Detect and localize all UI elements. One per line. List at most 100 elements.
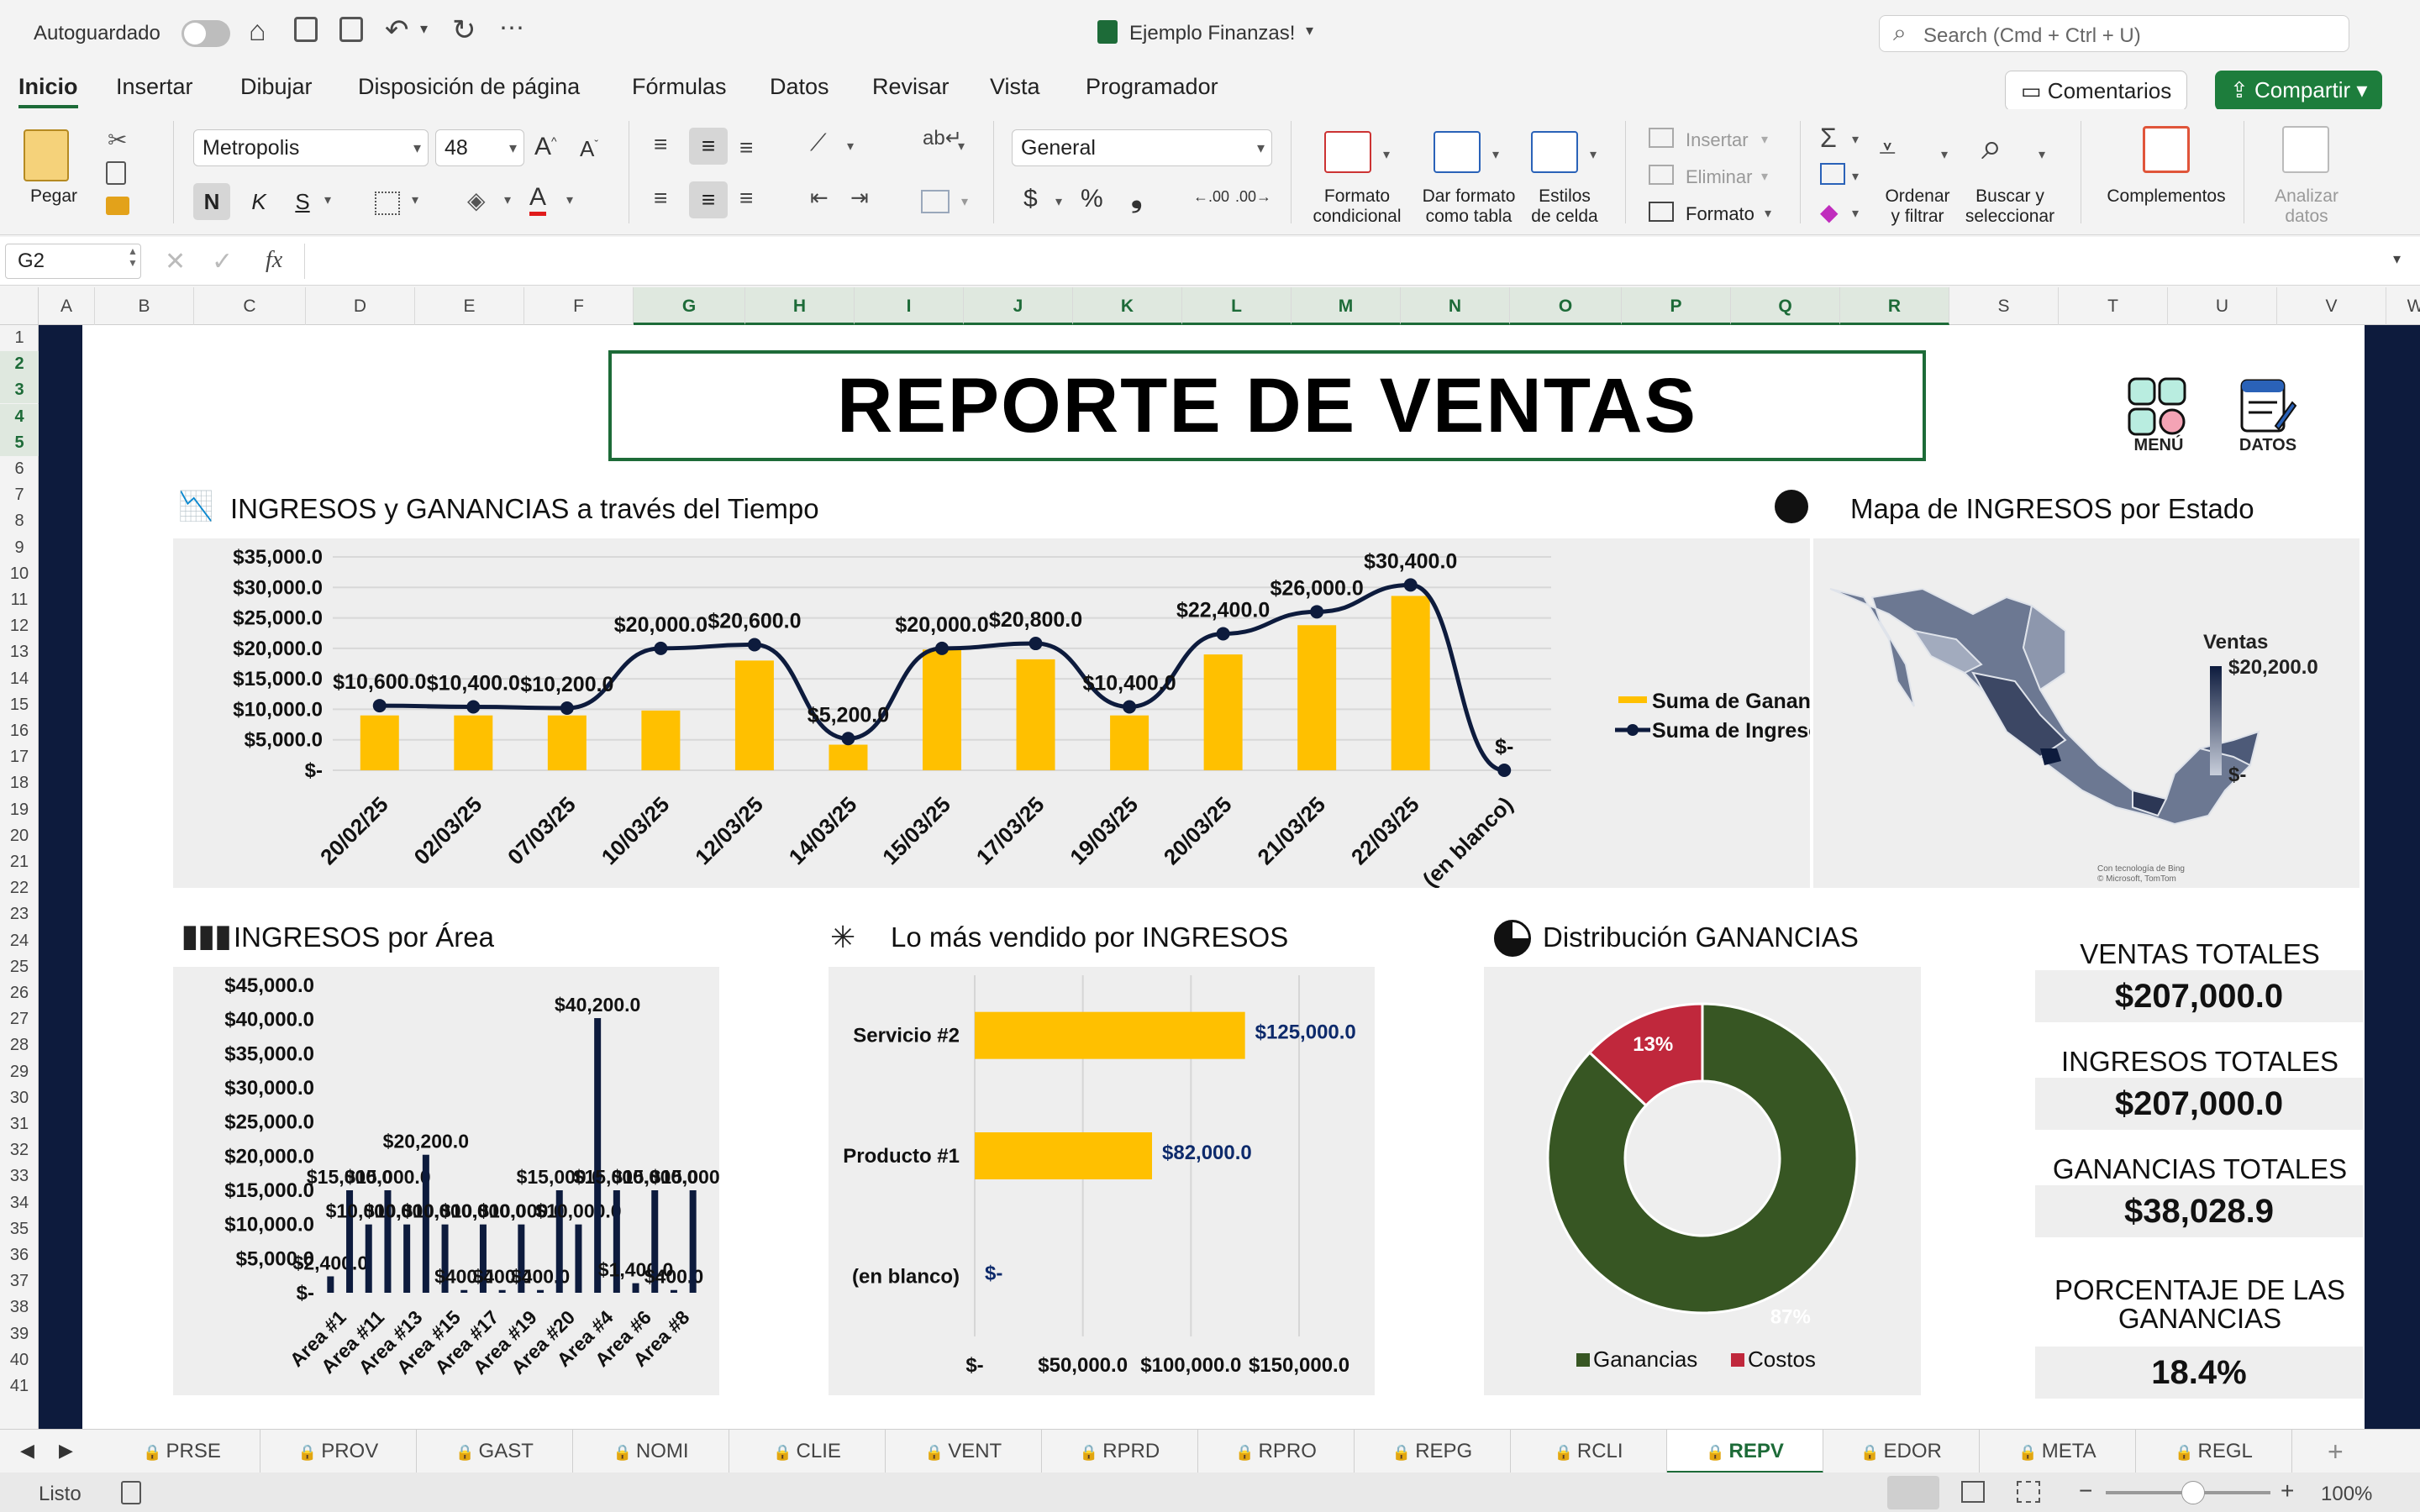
name-box-stepper-icon[interactable]: ▲ ▼ (128, 245, 138, 269)
row-header-28[interactable]: 28 (0, 1032, 39, 1058)
page-layout-view-icon[interactable] (1961, 1481, 1985, 1503)
row-header-25[interactable]: 25 (0, 954, 39, 980)
sheet-tab-rprd[interactable]: 🔒 RPRD (1042, 1430, 1198, 1473)
row-header-13[interactable]: 13 (0, 639, 39, 665)
select-all-corner[interactable] (0, 287, 39, 325)
column-header-B[interactable]: B (95, 287, 194, 325)
menu-icon[interactable] (2128, 377, 2186, 436)
tab-inicio[interactable]: Inicio (18, 74, 78, 108)
column-header-V[interactable]: V (2277, 287, 2386, 325)
currency-button[interactable]: $ (1023, 185, 1038, 213)
sheet-tab-prov[interactable]: 🔒 PROV (260, 1430, 417, 1473)
delete-cells-label[interactable]: Eliminar (1686, 166, 1752, 188)
row-header-6[interactable]: 6 (0, 456, 39, 482)
underline-button[interactable]: S (286, 183, 319, 220)
tab-disposicion[interactable]: Disposición de página (358, 74, 580, 100)
row-header-29[interactable]: 29 (0, 1059, 39, 1085)
wrap-dropdown-icon[interactable]: ▾ (958, 138, 965, 155)
undo-icon[interactable]: ↶ (385, 13, 409, 47)
row-header-8[interactable]: 8 (0, 508, 39, 534)
row-header-38[interactable]: 38 (0, 1294, 39, 1320)
number-format-select[interactable]: General ▾ (1012, 129, 1272, 166)
add-sheet-icon[interactable]: + (2328, 1436, 2344, 1467)
tab-programador[interactable]: Programador (1086, 74, 1218, 100)
row-header-21[interactable]: 21 (0, 849, 39, 875)
decrease-decimal-icon[interactable]: .00→ (1235, 188, 1271, 206)
time-chart-panel[interactable]: $35,000.0 $30,000.0 $25,000.0 $20,000.0 $15,… (173, 538, 1841, 892)
decrease-font-icon[interactable]: Aˇ (580, 136, 598, 162)
area-chart-panel[interactable]: $45,000.0 $40,000.0 $35,000.0 $30,000.0 $25,… (173, 967, 736, 1395)
sort-dropdown-icon[interactable]: ▾ (1941, 146, 1948, 163)
align-top-icon[interactable]: ≡ (654, 131, 667, 158)
row-header-5[interactable]: 5 (0, 430, 39, 456)
sheet-tab-vent[interactable]: 🔒 VENT (886, 1430, 1042, 1473)
decrease-indent-icon[interactable]: ⇤ (810, 185, 829, 211)
analyze-data-icon[interactable] (2282, 126, 2329, 173)
sheet-tab-clie[interactable]: 🔒 CLIE (729, 1430, 886, 1473)
column-header-G[interactable]: G (634, 287, 745, 325)
column-header-S[interactable]: S (1949, 287, 2059, 325)
save-as-icon[interactable] (339, 17, 363, 42)
increase-indent-icon[interactable]: ⇥ (850, 185, 869, 211)
sheet-tab-rcli[interactable]: 🔒 RCLI (1511, 1430, 1667, 1473)
row-header-39[interactable]: 39 (0, 1321, 39, 1347)
row-header-41[interactable]: 41 (0, 1373, 39, 1399)
zoom-slider-handle[interactable] (2181, 1481, 2205, 1504)
row-header-16[interactable]: 16 (0, 718, 39, 744)
cell-styles-dropdown-icon[interactable]: ▾ (1590, 146, 1597, 163)
row-header-27[interactable]: 27 (0, 1006, 39, 1032)
column-header-T[interactable]: T (2059, 287, 2168, 325)
row-header-35[interactable]: 35 (0, 1216, 39, 1242)
tab-vista[interactable]: Vista (990, 74, 1040, 100)
orientation-icon[interactable]: ⟋ (810, 129, 827, 157)
row-header-31[interactable]: 31 (0, 1111, 39, 1137)
page-break-view-icon[interactable] (2017, 1481, 2040, 1503)
row-header-10[interactable]: 10 (0, 561, 39, 587)
prev-sheet-icon[interactable]: ◀ (20, 1440, 34, 1462)
column-header-U[interactable]: U (2168, 287, 2277, 325)
next-sheet-icon[interactable]: ▶ (59, 1440, 73, 1462)
conditional-format-icon[interactable] (1324, 131, 1371, 173)
cond-format-dropdown-icon[interactable]: ▾ (1383, 146, 1390, 163)
row-header-36[interactable]: 36 (0, 1242, 39, 1268)
row-header-20[interactable]: 20 (0, 823, 39, 849)
insert-cells-label[interactable]: Insertar (1686, 129, 1749, 151)
kpi-income-value[interactable]: $207,000.0 (2035, 1078, 2363, 1130)
align-center-icon[interactable]: ≡ (689, 181, 728, 218)
insert-cells-icon[interactable] (1649, 128, 1674, 148)
expand-formula-icon[interactable]: ▾ (2393, 250, 2401, 268)
normal-view-icon[interactable] (1887, 1476, 1939, 1509)
tab-dibujar[interactable]: Dibujar (240, 74, 313, 100)
format-cells-label[interactable]: Formato (1686, 203, 1754, 225)
cut-icon[interactable]: ✂ (108, 126, 127, 154)
format-table-dropdown-icon[interactable]: ▾ (1492, 146, 1499, 163)
kpi-percent-value[interactable]: 18.4% (2035, 1347, 2363, 1399)
cancel-icon[interactable]: ✕ (165, 247, 186, 276)
row-header-19[interactable]: 19 (0, 797, 39, 823)
align-left-icon[interactable]: ≡ (654, 185, 667, 212)
name-box[interactable]: G2 (5, 244, 141, 279)
column-header-N[interactable]: N (1401, 287, 1510, 325)
row-header-12[interactable]: 12 (0, 613, 39, 639)
orientation-dropdown-icon[interactable]: ▾ (847, 138, 854, 155)
addins-icon[interactable] (2143, 126, 2190, 173)
top-sold-panel[interactable]: $- $50,000.0 $100,000.0 $150,000.0 Servicio … (829, 967, 1375, 1395)
font-size-select[interactable]: 48 ▾ (435, 129, 524, 166)
column-header-O[interactable]: O (1510, 287, 1622, 325)
share-button[interactable]: ⇪ Compartir ▾ (2215, 71, 2383, 111)
kpi-profit-value[interactable]: $38,028.9 (2035, 1185, 2363, 1237)
distribution-panel[interactable]: 87% 13% Ganancias Costos (1484, 967, 1921, 1395)
tab-revisar[interactable]: Revisar (872, 74, 950, 100)
accessibility-icon[interactable] (121, 1481, 141, 1504)
sort-filter-icon[interactable]: ⩡ (1879, 131, 1896, 167)
format-cells-icon[interactable] (1649, 202, 1674, 222)
tab-formulas[interactable]: Fórmulas (632, 74, 727, 100)
find-icon[interactable]: ⌕ (1981, 126, 2002, 168)
autosum-icon[interactable]: Σ (1820, 123, 1837, 154)
column-header-Q[interactable]: Q (1731, 287, 1840, 325)
row-header-14[interactable]: 14 (0, 666, 39, 692)
row-header-37[interactable]: 37 (0, 1268, 39, 1294)
percent-button[interactable]: % (1081, 185, 1103, 213)
search-box[interactable]: ⌕ Search (Cmd + Ctrl + U) (1879, 15, 2349, 52)
save-icon[interactable] (294, 17, 318, 42)
